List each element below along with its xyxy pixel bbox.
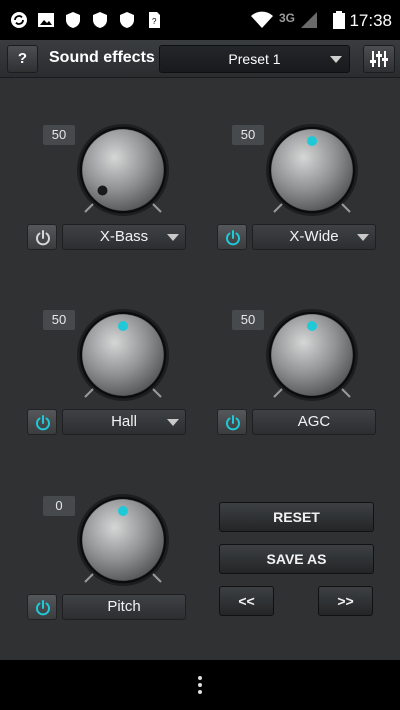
chevron-down-icon bbox=[330, 56, 342, 63]
hall-knob[interactable] bbox=[75, 307, 171, 403]
chevron-down-icon bbox=[167, 234, 179, 241]
app-bar: ? Sound effects Preset 1 bbox=[0, 40, 400, 78]
hall-power-button[interactable] bbox=[27, 409, 57, 435]
preset-dropdown[interactable]: Preset 1 bbox=[159, 45, 350, 73]
overflow-menu-icon[interactable] bbox=[197, 676, 203, 696]
shield-icon bbox=[93, 12, 107, 28]
chevron-down-icon bbox=[167, 419, 179, 426]
clock: 17:38 bbox=[349, 11, 392, 30]
xbass-power-button[interactable] bbox=[27, 224, 57, 250]
next-preset-button[interactable]: >> bbox=[318, 586, 373, 616]
help-button[interactable]: ? bbox=[7, 45, 38, 73]
power-icon bbox=[226, 415, 240, 431]
navigation-bar bbox=[0, 660, 400, 710]
power-icon bbox=[36, 600, 50, 616]
wifi-icon bbox=[251, 11, 273, 28]
sdcard-icon: ? bbox=[149, 12, 160, 28]
agc-power-button[interactable] bbox=[217, 409, 247, 435]
knob-indicator bbox=[97, 185, 108, 196]
preset-label: Preset 1 bbox=[228, 51, 281, 67]
shield-icon bbox=[120, 12, 134, 28]
image-icon bbox=[38, 13, 54, 27]
previous-preset-button[interactable]: << bbox=[219, 586, 274, 616]
agc-value: 50 bbox=[232, 310, 264, 330]
page-title: Sound effects bbox=[49, 49, 155, 66]
hall-dropdown[interactable]: Hall bbox=[62, 409, 186, 435]
pitch-label-box: Pitch bbox=[62, 594, 186, 620]
xwide-power-button[interactable] bbox=[217, 224, 247, 250]
knob-indicator bbox=[118, 506, 128, 516]
battery-icon bbox=[333, 11, 345, 29]
chevron-down-icon bbox=[357, 234, 369, 241]
knob-indicator bbox=[118, 321, 128, 331]
pitch-power-button[interactable] bbox=[27, 594, 57, 620]
pitch-knob[interactable] bbox=[75, 492, 171, 588]
xbass-label: X-Bass bbox=[99, 228, 149, 245]
power-icon bbox=[226, 230, 240, 246]
status-bar: ? 3G 17:38 bbox=[0, 0, 400, 40]
knob-indicator bbox=[307, 136, 317, 146]
xbass-knob[interactable] bbox=[75, 122, 171, 218]
xbass-value: 50 bbox=[43, 125, 75, 145]
signal-icon bbox=[301, 12, 317, 28]
xwide-value: 50 bbox=[232, 125, 264, 145]
reset-button[interactable]: RESET bbox=[219, 502, 374, 532]
effects-panel: 50 X-Bass 50 X-Wide 50 Hall 50 AGC 0 Pit… bbox=[0, 78, 400, 660]
agc-label-box: AGC bbox=[252, 409, 376, 435]
equalizer-button[interactable] bbox=[363, 45, 395, 73]
svg-text:?: ? bbox=[152, 17, 157, 26]
agc-label: AGC bbox=[297, 413, 331, 430]
equalizer-icon bbox=[370, 51, 388, 67]
pitch-label: Pitch bbox=[107, 598, 141, 615]
agc-knob[interactable] bbox=[264, 307, 360, 403]
power-icon bbox=[36, 230, 50, 246]
power-icon bbox=[36, 415, 50, 431]
hall-value: 50 bbox=[43, 310, 75, 330]
xwide-dropdown[interactable]: X-Wide bbox=[252, 224, 376, 250]
xbass-dropdown[interactable]: X-Bass bbox=[62, 224, 186, 250]
sync-icon bbox=[11, 12, 27, 28]
save-as-button[interactable]: SAVE AS bbox=[219, 544, 374, 574]
xwide-knob[interactable] bbox=[264, 122, 360, 218]
xwide-label: X-Wide bbox=[289, 228, 339, 245]
network-type: 3G bbox=[279, 11, 296, 25]
hall-label: Hall bbox=[111, 413, 137, 430]
pitch-value: 0 bbox=[43, 496, 75, 516]
knob-indicator bbox=[307, 321, 317, 331]
shield-icon bbox=[66, 12, 80, 28]
